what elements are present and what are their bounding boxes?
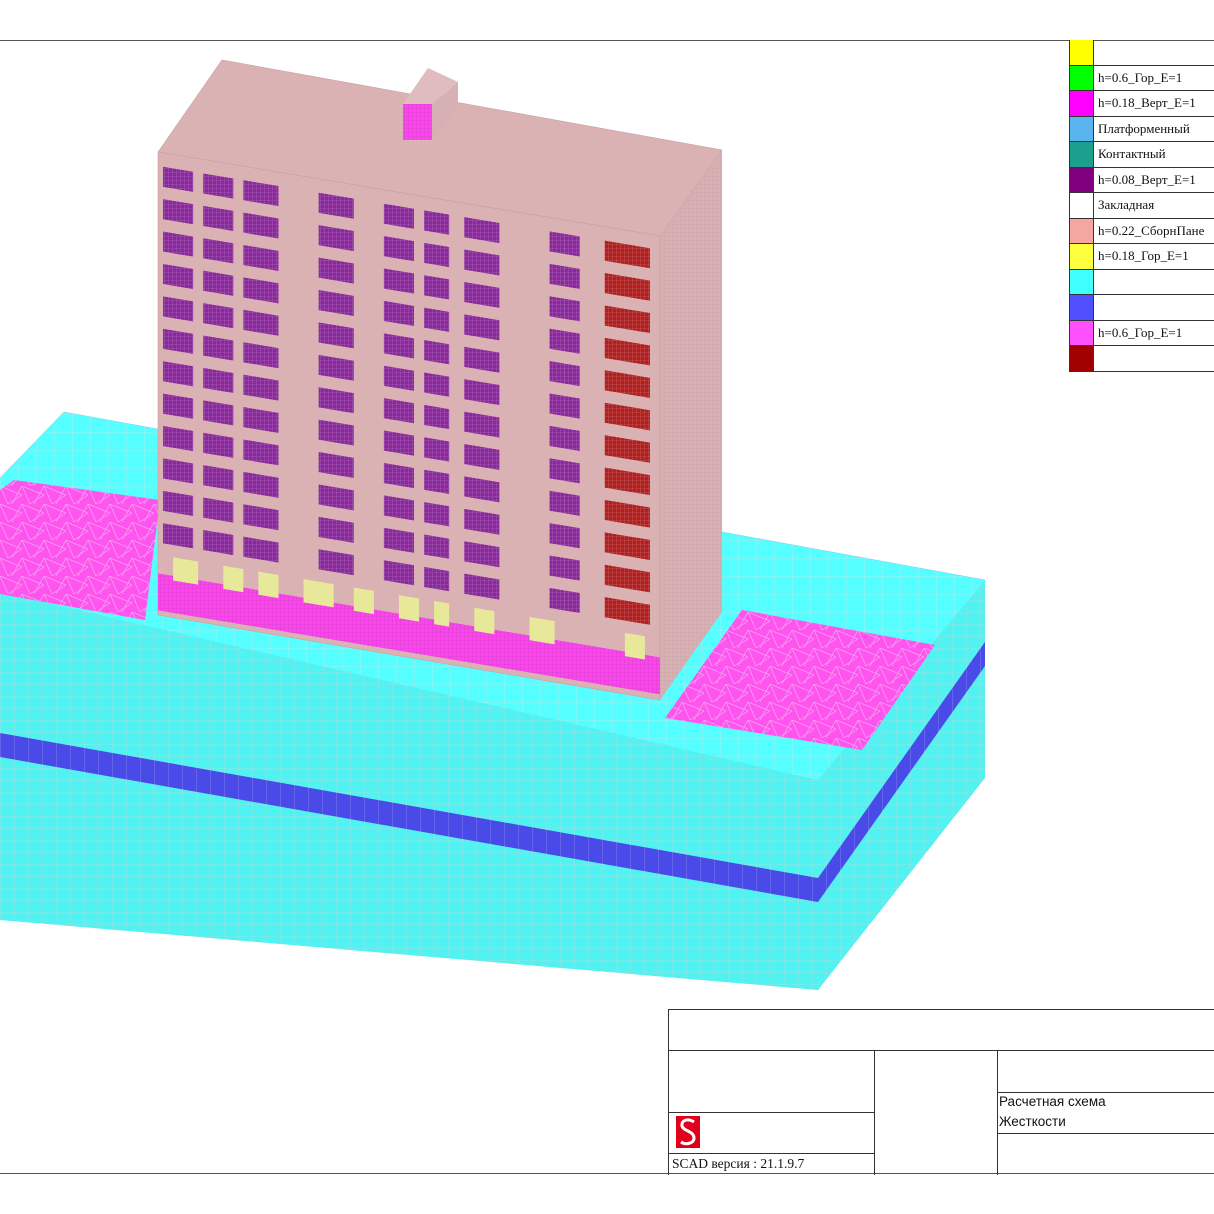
window [564, 460, 580, 484]
tb-hline-2 [997, 1092, 1214, 1093]
base-opening [353, 587, 374, 615]
window [549, 458, 565, 481]
tb-hline-3 [669, 1112, 874, 1113]
legend-row: h=0.18_Верт_E=1 [1070, 91, 1214, 117]
window [549, 490, 565, 514]
base-opening [624, 632, 645, 660]
tb-vline-1 [874, 1050, 875, 1175]
window [549, 231, 565, 255]
window [549, 296, 565, 319]
legend-swatch [1070, 40, 1094, 65]
title-block: Расчетная схема Жесткости SCAD версия : … [668, 1009, 1214, 1175]
base-opening [173, 557, 199, 585]
legend-swatch [1070, 91, 1094, 116]
building-side-face [660, 150, 722, 700]
legend-swatch [1070, 142, 1094, 167]
legend-swatch [1070, 320, 1094, 345]
legend-label: h=0.6_Гор_E=1 [1098, 324, 1183, 340]
legend-row: Закладная [1070, 193, 1214, 219]
window [424, 275, 450, 300]
window [424, 566, 450, 592]
legend-swatch [1070, 244, 1094, 269]
legend-row: h=0.08_Верт_E=1 [1070, 167, 1214, 193]
window [424, 534, 450, 559]
legend-swatch [1070, 218, 1094, 243]
scheme-label: Расчетная схема [999, 1094, 1106, 1109]
legend-label: Закладная [1098, 197, 1155, 213]
stiffness-legend: h=0.6_Гор_E=1 h=0.18_Верт_E=1 Платформенны… [1069, 40, 1214, 372]
base-opening [258, 571, 279, 599]
legend-row [1070, 40, 1214, 66]
tb-hline-5 [669, 1153, 874, 1154]
legend-row: Платформенный [1070, 116, 1214, 142]
window [549, 523, 565, 546]
legend-label: Контактный [1098, 146, 1166, 162]
legend-swatch [1070, 116, 1094, 141]
window [549, 263, 565, 287]
window [549, 361, 565, 384]
legend-row: h=0.6_Гор_E=1 [1070, 65, 1214, 91]
scad-logo-icon [676, 1116, 700, 1148]
legend-swatch [1070, 269, 1094, 294]
base-opening [474, 607, 495, 635]
window [564, 590, 580, 614]
legend-row [1070, 295, 1214, 321]
tb-vline-2 [997, 1050, 998, 1175]
window [424, 307, 450, 332]
window [549, 587, 565, 611]
window [549, 555, 565, 579]
legend-swatch [1070, 193, 1094, 218]
legend-label: h=0.08_Верт_E=1 [1098, 171, 1196, 187]
window [564, 525, 580, 549]
window [424, 469, 450, 494]
base-opening [434, 601, 450, 627]
legend-label: h=0.6_Гор_E=1 [1098, 69, 1183, 85]
window [424, 404, 450, 430]
scad-version: SCAD версия : 21.1.9.7 [672, 1156, 805, 1171]
legend-row [1070, 269, 1214, 295]
legend-swatch [1070, 295, 1094, 320]
legend-swatch [1070, 167, 1094, 192]
base-opening [529, 616, 555, 645]
window [564, 298, 580, 322]
window [564, 493, 580, 516]
window [424, 340, 450, 365]
window [564, 266, 580, 289]
legend-swatch [1070, 346, 1094, 371]
window [564, 428, 580, 452]
window [424, 242, 450, 268]
window [424, 502, 450, 527]
window [424, 210, 450, 235]
legend-label: h=0.22_СборнПане [1098, 222, 1205, 238]
window [564, 331, 580, 354]
legend-label: Платформенный [1098, 120, 1190, 136]
window [564, 363, 580, 387]
legend-swatch [1070, 65, 1094, 90]
legend-row [1070, 346, 1214, 372]
roof-box-front [403, 104, 432, 140]
window [549, 425, 565, 449]
window [564, 395, 580, 419]
legend-row: h=0.6_Гор_E=1 [1070, 320, 1214, 346]
base-opening [223, 565, 244, 593]
window [549, 393, 565, 417]
legend-row: Контактный [1070, 142, 1214, 168]
legend-row: h=0.22_СборнПане [1070, 218, 1214, 244]
tb-hline-4 [997, 1133, 1214, 1134]
legend-label: h=0.18_Гор_E=1 [1098, 248, 1189, 264]
tb-hline-1 [669, 1050, 1214, 1051]
window [549, 328, 565, 352]
scheme-name: Жесткости [999, 1114, 1066, 1129]
window [564, 558, 580, 581]
legend-label: h=0.18_Верт_E=1 [1098, 95, 1196, 111]
window [424, 437, 450, 462]
window [564, 233, 580, 257]
legend-row: h=0.18_Гор_E=1 [1070, 244, 1214, 270]
window [424, 372, 450, 397]
base-opening [398, 595, 420, 622]
